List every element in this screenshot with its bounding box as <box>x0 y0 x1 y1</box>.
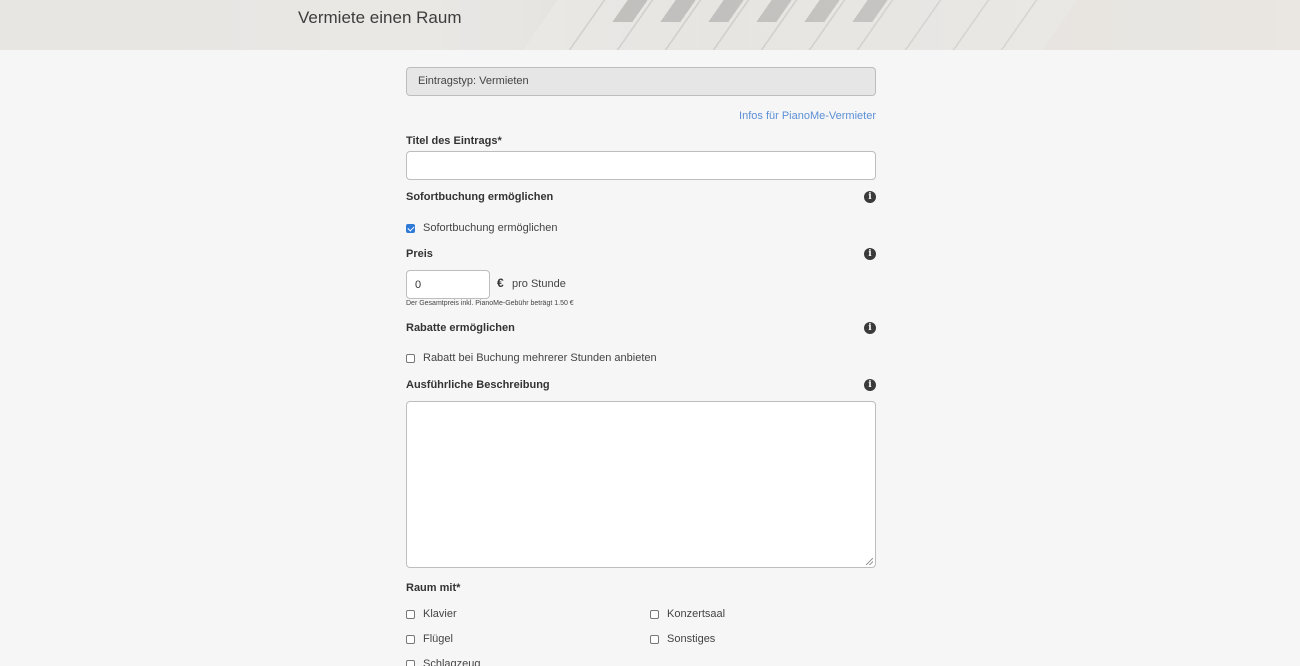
banner-overlay <box>0 0 1300 50</box>
option-label: Klavier <box>423 608 457 620</box>
discount-checkbox-row[interactable]: Rabatt bei Buchung mehrerer Stunden anbi… <box>406 351 657 365</box>
landlord-info-link[interactable]: Infos für PianoMe-Vermieter <box>739 110 876 122</box>
currency-symbol: € <box>497 276 504 290</box>
fee-note: Der Gesamtpreis inkl. PianoMe-Gebühr bet… <box>406 300 574 307</box>
description-label: Ausführliche Beschreibung <box>406 379 550 391</box>
discounts-info-icon[interactable]: i <box>864 322 876 334</box>
price-label: Preis <box>406 248 433 260</box>
option-konzertsaal[interactable]: Konzertsaal <box>650 607 725 621</box>
option-label: Konzertsaal <box>667 608 726 620</box>
option-checkbox[interactable] <box>650 609 659 619</box>
option-label: Schlagzeug <box>423 658 481 666</box>
title-label: Titel des Eintrags* <box>406 135 502 147</box>
page-title: Vermiete einen Raum <box>298 8 462 27</box>
entry-type-field: Eintragstyp: Vermieten <box>406 67 876 96</box>
description-textarea[interactable] <box>406 401 876 568</box>
discounts-label: Rabatte ermöglichen <box>406 322 515 334</box>
option-checkbox[interactable] <box>406 634 415 644</box>
price-input[interactable]: 0 <box>406 270 490 299</box>
title-input[interactable] <box>406 151 876 180</box>
option-fluegel[interactable]: Flügel <box>406 632 453 646</box>
option-checkbox[interactable] <box>650 634 659 644</box>
discount-checkbox[interactable] <box>406 353 415 363</box>
instant-booking-checkbox-label: Sofortbuchung ermöglichen <box>423 222 558 234</box>
option-sonstiges[interactable]: Sonstiges <box>650 632 715 646</box>
description-info-icon[interactable]: i <box>864 379 876 391</box>
price-info-icon[interactable]: i <box>864 248 876 260</box>
discount-checkbox-label: Rabatt bei Buchung mehrerer Stunden anbi… <box>423 352 657 364</box>
header-banner: Vermiete einen Raum <box>0 0 1300 50</box>
option-checkbox[interactable] <box>406 609 415 619</box>
instant-booking-checkbox-row[interactable]: Sofortbuchung ermöglichen <box>406 221 558 235</box>
instant-booking-label: Sofortbuchung ermöglichen <box>406 191 554 203</box>
option-label: Sonstiges <box>667 633 716 645</box>
instant-booking-info-icon[interactable]: i <box>864 191 876 203</box>
instant-booking-checkbox[interactable] <box>406 223 415 233</box>
resize-handle-icon[interactable] <box>866 558 873 565</box>
option-checkbox[interactable] <box>406 659 415 666</box>
option-schlagzeug[interactable]: Schlagzeug <box>406 657 481 666</box>
option-label: Flügel <box>423 633 453 645</box>
room-with-label: Raum mit* <box>406 582 461 594</box>
price-unit: pro Stunde <box>512 278 566 290</box>
option-klavier[interactable]: Klavier <box>406 607 457 621</box>
